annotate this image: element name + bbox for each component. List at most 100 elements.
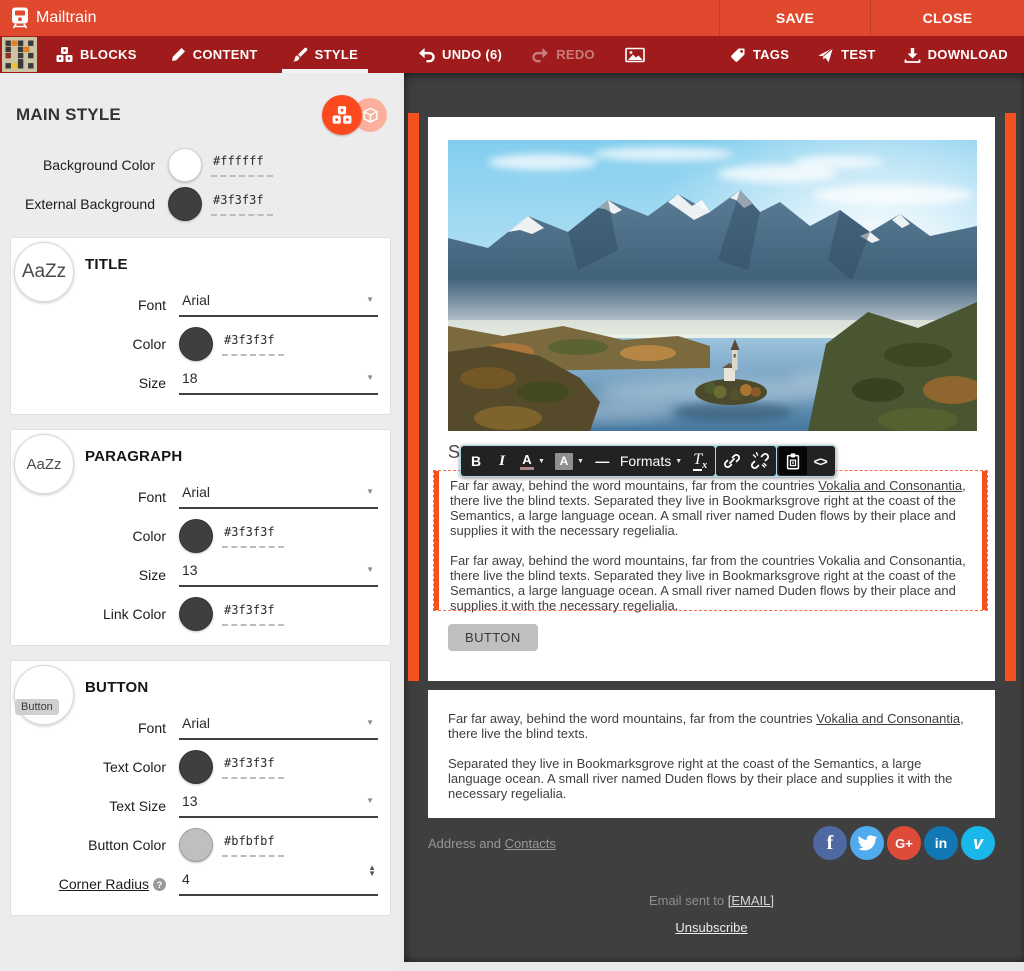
button-color-swatch[interactable] bbox=[179, 828, 213, 862]
test-label: TEST bbox=[841, 47, 875, 62]
text-color-button[interactable]: A ▼ bbox=[515, 447, 550, 475]
vokalia-link[interactable]: Vokalia and Consonantia bbox=[816, 711, 960, 726]
footer-text-block[interactable]: Far far away, behind the word mountains,… bbox=[428, 690, 995, 818]
paragraph-link-color-label: Link Color bbox=[11, 606, 179, 622]
background-color-label: Background Color bbox=[0, 157, 168, 173]
redo-icon bbox=[532, 47, 549, 63]
paragraph-font-select[interactable]: Arial ▼ bbox=[179, 484, 378, 509]
title-badge-text: AaZz bbox=[22, 261, 66, 283]
paragraph-link-color-swatch[interactable] bbox=[179, 597, 213, 631]
hero-lake-image[interactable] bbox=[448, 140, 977, 431]
tab-content-label: CONTENT bbox=[193, 47, 258, 62]
paragraph-color-hex[interactable]: #3f3f3f bbox=[222, 523, 284, 548]
app-brand: Mailtrain bbox=[0, 6, 96, 30]
linkedin-icon[interactable]: in bbox=[924, 826, 958, 860]
save-button[interactable]: SAVE bbox=[719, 0, 870, 36]
vokalia-link[interactable]: Vokalia and Consonantia bbox=[818, 478, 962, 493]
section-title-partial[interactable]: S bbox=[448, 442, 460, 463]
download-icon bbox=[904, 47, 921, 63]
background-color-swatch[interactable] bbox=[168, 148, 202, 182]
google-plus-icon[interactable]: G+ bbox=[887, 826, 921, 860]
background-color-button[interactable]: A ▼ bbox=[550, 447, 589, 475]
stepper-down-icon[interactable]: ▼ bbox=[368, 871, 376, 877]
social-icons: f G+ in v bbox=[813, 826, 995, 860]
email-sent-line: Email sent to [EMAIL] bbox=[428, 893, 995, 908]
background-color-hex[interactable]: #ffffff bbox=[211, 152, 273, 177]
redo-button[interactable]: REDO bbox=[522, 36, 605, 73]
chevron-down-icon: ▼ bbox=[366, 295, 374, 304]
tag-icon bbox=[730, 47, 746, 63]
button-text-size-select[interactable]: 13 ▼ bbox=[179, 793, 378, 818]
train-logo-icon bbox=[8, 6, 32, 30]
block-selection-handle-left[interactable] bbox=[408, 113, 419, 681]
undo-icon bbox=[418, 47, 435, 63]
twitter-icon[interactable] bbox=[850, 826, 884, 860]
richtext-toolbar: B I A ▼ A ▼ — Formats ▼ Tx bbox=[460, 445, 836, 477]
button-text-color-hex[interactable]: #3f3f3f bbox=[222, 754, 284, 779]
chevron-down-icon: ▼ bbox=[577, 458, 584, 465]
title-color-swatch[interactable] bbox=[179, 327, 213, 361]
chevron-down-icon: ▼ bbox=[538, 458, 545, 465]
redo-label: REDO bbox=[556, 47, 595, 62]
email-preview-area: S BUTTON Far far away, behind the word m… bbox=[404, 73, 1024, 962]
paragraph-link-color-hex[interactable]: #3f3f3f bbox=[222, 601, 284, 626]
close-button[interactable]: CLOSE bbox=[870, 0, 1024, 36]
help-icon[interactable]: ? bbox=[153, 878, 166, 891]
horizontal-rule-button[interactable]: — bbox=[589, 447, 615, 475]
email-button-element[interactable]: BUTTON bbox=[448, 624, 538, 651]
corner-radius-label: Corner Radius? bbox=[11, 876, 179, 892]
title-size-select[interactable]: 18 ▼ bbox=[179, 370, 378, 395]
source-code-button[interactable]: <> bbox=[807, 447, 833, 475]
bold-button[interactable]: B bbox=[463, 447, 489, 475]
test-button[interactable]: TEST bbox=[807, 36, 885, 73]
title-color-hex[interactable]: #3f3f3f bbox=[222, 331, 284, 356]
insert-link-button[interactable] bbox=[718, 447, 746, 475]
title-font-select[interactable]: Arial ▼ bbox=[179, 292, 378, 317]
tab-blocks[interactable]: BLOCKS bbox=[46, 36, 147, 73]
address-text: Address and Contacts bbox=[428, 836, 556, 851]
tags-button[interactable]: TAGS bbox=[720, 36, 799, 73]
tags-label: TAGS bbox=[753, 47, 789, 62]
title-section-heading: TITLE bbox=[85, 256, 390, 273]
paragraph-size-select[interactable]: 13 ▼ bbox=[179, 562, 378, 587]
structure-blocks-toggle[interactable] bbox=[322, 95, 362, 135]
download-button[interactable]: DOWNLOAD bbox=[894, 36, 1018, 73]
email-token-link[interactable]: [EMAIL] bbox=[728, 893, 774, 908]
external-background-label: External Background bbox=[0, 196, 168, 212]
block-selection-handle-right[interactable] bbox=[1005, 113, 1016, 681]
italic-button[interactable]: I bbox=[489, 447, 515, 475]
undo-label: UNDO (6) bbox=[442, 47, 502, 62]
button-font-select[interactable]: Arial ▼ bbox=[179, 715, 378, 740]
button-text-color-swatch[interactable] bbox=[179, 750, 213, 784]
selected-text-block[interactable]: Far far away, behind the word mountains,… bbox=[433, 470, 988, 611]
panel-title: MAIN STYLE bbox=[16, 105, 322, 125]
vimeo-icon[interactable]: v bbox=[961, 826, 995, 860]
chevron-down-icon: ▼ bbox=[366, 487, 374, 496]
facebook-icon[interactable]: f bbox=[813, 826, 847, 860]
download-label: DOWNLOAD bbox=[928, 47, 1008, 62]
paragraph-color-swatch[interactable] bbox=[179, 519, 213, 553]
corner-radius-input[interactable]: 4 bbox=[179, 871, 378, 896]
formats-dropdown[interactable]: Formats ▼ bbox=[615, 447, 687, 475]
tab-style[interactable]: STYLE bbox=[282, 36, 368, 73]
button-text-size-label: Text Size bbox=[11, 798, 179, 814]
remove-link-button[interactable] bbox=[746, 447, 774, 475]
tab-content[interactable]: CONTENT bbox=[161, 36, 268, 73]
clear-formatting-button[interactable]: Tx bbox=[687, 447, 713, 475]
title-size-label: Size bbox=[11, 375, 179, 391]
external-background-hex[interactable]: #3f3f3f bbox=[211, 191, 273, 216]
unsubscribe-link[interactable]: Unsubscribe bbox=[675, 920, 747, 935]
button-color-hex[interactable]: #bfbfbf bbox=[222, 832, 284, 857]
paragraph: Far far away, behind the word mountains,… bbox=[450, 478, 971, 538]
cube-icon bbox=[362, 107, 379, 124]
corner-radius-stepper[interactable]: ▲ ▼ bbox=[368, 865, 376, 878]
undo-button[interactable]: UNDO (6) bbox=[408, 36, 512, 73]
blocks-icon bbox=[56, 47, 73, 63]
contacts-link[interactable]: Contacts bbox=[505, 836, 556, 851]
style-panel: MAIN STYLE bbox=[0, 73, 399, 971]
external-background-swatch[interactable] bbox=[168, 187, 202, 221]
paste-as-text-button[interactable] bbox=[779, 447, 807, 475]
gallery-button[interactable] bbox=[615, 36, 655, 73]
brush-icon bbox=[292, 47, 308, 63]
chevron-down-icon: ▼ bbox=[366, 718, 374, 727]
